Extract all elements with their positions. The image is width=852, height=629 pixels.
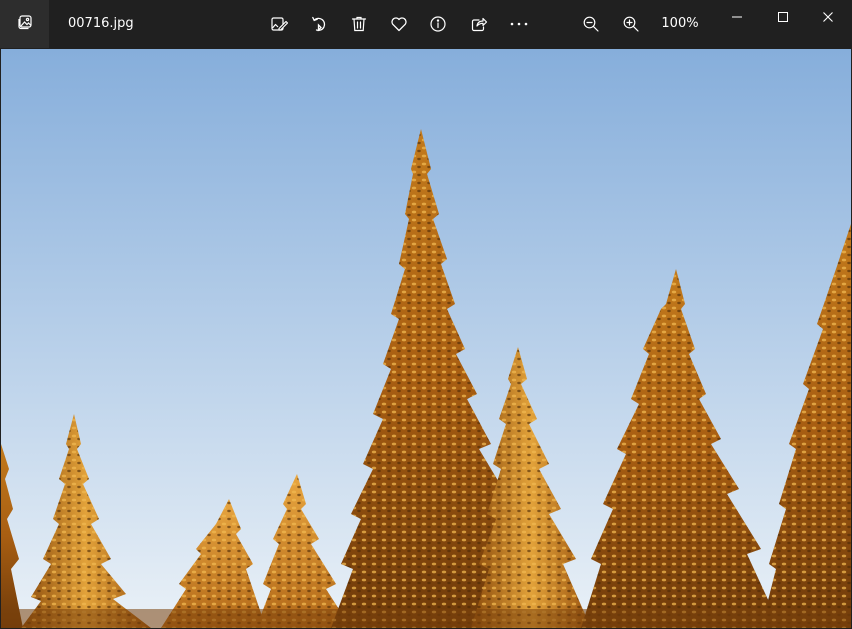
heart-icon [390, 15, 408, 33]
file-name: 00716.jpg [68, 16, 134, 31]
zoom-out-icon [582, 15, 600, 33]
share-icon [470, 15, 488, 33]
edit-image-icon [270, 15, 288, 33]
zoom-level[interactable]: 100% [656, 15, 704, 33]
rotate-button[interactable] [305, 10, 333, 38]
photos-viewer-window: 00716.jpg 100% [0, 0, 852, 629]
zoom-in-button[interactable] [617, 10, 645, 38]
app-icon-button[interactable] [0, 0, 49, 48]
share-button[interactable] [465, 10, 493, 38]
zoom-in-icon [622, 15, 640, 33]
rotate-icon [310, 15, 328, 33]
close-icon [822, 8, 834, 27]
info-button[interactable] [424, 10, 452, 38]
minimize-icon [731, 8, 743, 27]
info-icon [429, 15, 447, 33]
minimize-button[interactable] [714, 0, 760, 34]
photo-canvas[interactable] [1, 49, 851, 628]
more-options-button[interactable] [505, 10, 533, 38]
more-options-icon [509, 15, 529, 33]
photos-app-icon [17, 14, 33, 34]
edit-image-button[interactable] [265, 10, 293, 38]
maximize-button[interactable] [760, 0, 806, 34]
trash-icon [350, 15, 368, 33]
close-button[interactable] [805, 0, 851, 34]
favorite-button[interactable] [385, 10, 413, 38]
zoom-out-button[interactable] [577, 10, 605, 38]
maximize-icon [777, 8, 789, 27]
delete-button[interactable] [345, 10, 373, 38]
tree-photo [1, 49, 851, 628]
title-bar: 00716.jpg 100% [0, 0, 852, 48]
